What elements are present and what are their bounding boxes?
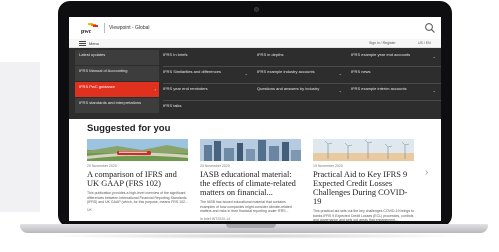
- category-pwc-guidance[interactable]: IFRS PwC guidance ›: [75, 82, 159, 97]
- site-title[interactable]: Viewpoint - Global: [109, 25, 150, 31]
- article-card[interactable]: 20 November 2020 IASB educational materi…: [200, 139, 301, 221]
- article-thumbnail: [200, 139, 301, 161]
- category-label: IFRS standards and interpretations: [79, 100, 142, 105]
- chevron-down-icon: ⌄: [338, 71, 342, 76]
- svg-text:pwc: pwc: [81, 29, 92, 34]
- menu-link[interactable]: IFRS In briefs: [163, 52, 248, 57]
- site-header: pwc Viewpoint - Global: [69, 17, 441, 39]
- category-manual-of-accounting[interactable]: IFRS Manual of Accounting: [75, 66, 159, 81]
- search-icon[interactable]: [424, 21, 436, 33]
- article-card[interactable]: 20 November 2020 A comparison of IFRS an…: [87, 139, 188, 212]
- pwc-logo[interactable]: pwc: [81, 23, 99, 34]
- article-date: 20 November 2020: [87, 164, 117, 168]
- article-title[interactable]: IASB educational material: the effects o…: [200, 170, 301, 197]
- article-reference: In brief INT2020-14: [200, 216, 231, 221]
- menu-row: IFRS Similarities and differences ⌄ IFRS …: [163, 67, 441, 84]
- category-label: IFRS Manual of Accounting: [79, 68, 128, 73]
- laptop-shadow: [40, 233, 470, 239]
- language-selector[interactable]: US / EN: [418, 41, 431, 45]
- article-date: 19 November 2020: [313, 164, 343, 168]
- mega-menu: Latest updates IFRS Manual of Accounting…: [69, 48, 441, 119]
- category-standards[interactable]: IFRS standards and interpretations: [75, 98, 159, 113]
- chevron-down-icon: ⌄: [244, 71, 248, 76]
- mega-menu-links: IFRS In briefs IFRS in depths IFRS examp…: [163, 50, 441, 117]
- menu-link[interactable]: IFRS in depths: [257, 52, 342, 57]
- menu-row: IFRS talks: [163, 101, 441, 117]
- chevron-down-icon: ⌄: [432, 88, 436, 93]
- background-wall: [0, 62, 40, 212]
- menu-row: IFRS year end reminders Questions and an…: [163, 84, 441, 101]
- laptop-notch: [226, 224, 276, 228]
- category-latest-updates[interactable]: Latest updates: [75, 50, 159, 65]
- menu-row: IFRS In briefs IFRS in depths IFRS examp…: [163, 50, 441, 67]
- article-territory: UK: [87, 207, 92, 212]
- menu-link[interactable]: IFRS Similarities and differences ⌄: [163, 69, 248, 76]
- menu-link[interactable]: IFRS news: [351, 69, 436, 74]
- menu-button[interactable]: Menu: [89, 41, 99, 46]
- menu-link[interactable]: IFRS example year end accounts ⌄: [351, 52, 436, 59]
- article-date: 20 November 2020: [200, 164, 230, 168]
- webcam: [254, 7, 259, 12]
- suggested-heading: Suggested for you: [87, 123, 171, 134]
- chevron-right-icon: ›: [154, 87, 156, 92]
- article-description: This practical aid sets out the key chal…: [313, 209, 414, 221]
- nav-bar: Menu Sign in / Register US / EN: [69, 39, 441, 48]
- laptop-screen: pwc Viewpoint - Global Menu Sign in / Re…: [69, 17, 441, 221]
- chevron-down-icon: ⌄: [432, 54, 436, 59]
- menu-icon[interactable]: [79, 41, 86, 46]
- article-description: The IASB has issued educational material…: [200, 200, 292, 214]
- menu-link[interactable]: IFRS example interim accounts ⌄: [351, 86, 436, 93]
- article-description: This publication provides a high-level o…: [87, 191, 188, 205]
- menu-link[interactable]: IFRS example industry accounts ⌄: [257, 69, 342, 76]
- signin-link[interactable]: Sign in / Register: [369, 41, 396, 45]
- menu-link[interactable]: Questions and answers by industry ⌄: [257, 86, 342, 93]
- article-thumbnail: [313, 139, 414, 161]
- article-thumbnail: [87, 139, 188, 161]
- chevron-right-icon[interactable]: ›: [425, 167, 428, 178]
- brand-divider: [104, 23, 105, 33]
- menu-link[interactable]: IFRS year end reminders: [163, 86, 248, 91]
- category-label: Latest updates: [79, 52, 106, 57]
- mega-menu-categories: Latest updates IFRS Manual of Accounting…: [75, 50, 159, 114]
- article-title[interactable]: A comparison of IFRS and UK GAAP (FRS 10…: [87, 170, 188, 188]
- menu-link[interactable]: IFRS talks: [163, 103, 248, 108]
- article-card[interactable]: 19 November 2020 Practical Aid to Key IF…: [313, 139, 414, 221]
- category-label: IFRS PwC guidance: [79, 84, 116, 89]
- chevron-down-icon: ⌄: [338, 88, 342, 93]
- article-title[interactable]: Practical Aid to Key IFRS 9 Expected Cre…: [313, 170, 414, 206]
